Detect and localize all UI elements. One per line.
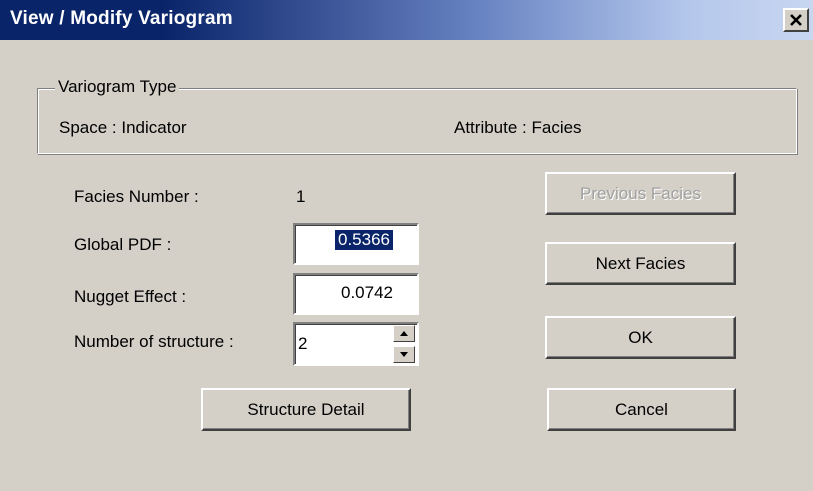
- title-bar: View / Modify Variogram: [0, 0, 813, 40]
- cancel-button[interactable]: Cancel: [547, 388, 736, 431]
- nugget-effect-label: Nugget Effect :: [74, 287, 187, 306]
- number-of-structure-value: 2: [298, 334, 308, 353]
- global-pdf-label: Global PDF :: [74, 235, 172, 254]
- global-pdf-input[interactable]: 0.5366: [293, 223, 419, 265]
- next-facies-label: Next Facies: [595, 253, 686, 273]
- nugget-effect-input[interactable]: 0.0742: [293, 273, 419, 315]
- facies-number-label: Facies Number :: [74, 187, 199, 206]
- close-button[interactable]: [783, 8, 809, 32]
- structure-detail-button[interactable]: Structure Detail: [201, 388, 411, 431]
- previous-facies-label: Previous Facies: [580, 183, 701, 203]
- next-facies-button[interactable]: Next Facies: [545, 242, 736, 285]
- arrow-down-icon: [400, 352, 408, 357]
- window-title: View / Modify Variogram: [10, 8, 233, 29]
- spin-down-button[interactable]: [393, 346, 415, 363]
- spin-up-button[interactable]: [393, 325, 415, 342]
- variogram-dialog: View / Modify Variogram Variogram Type S…: [0, 0, 813, 491]
- cancel-label: Cancel: [615, 399, 668, 419]
- ok-label: OK: [628, 327, 653, 347]
- number-of-structure-label: Number of structure :: [74, 332, 234, 351]
- space-label: Space : Indicator: [59, 118, 187, 137]
- facies-number-value: 1: [296, 187, 306, 206]
- attribute-label: Attribute : Facies: [454, 118, 582, 137]
- arrow-up-icon: [400, 331, 408, 336]
- structure-detail-label: Structure Detail: [247, 399, 365, 419]
- variogram-type-legend: Variogram Type: [55, 77, 180, 97]
- global-pdf-value: 0.5366: [335, 230, 393, 250]
- close-icon: [790, 14, 802, 26]
- nugget-effect-value: 0.0742: [341, 283, 393, 302]
- number-of-structure-stepper[interactable]: 2: [293, 322, 419, 366]
- previous-facies-button[interactable]: Previous Facies: [545, 172, 736, 215]
- ok-button[interactable]: OK: [545, 316, 736, 359]
